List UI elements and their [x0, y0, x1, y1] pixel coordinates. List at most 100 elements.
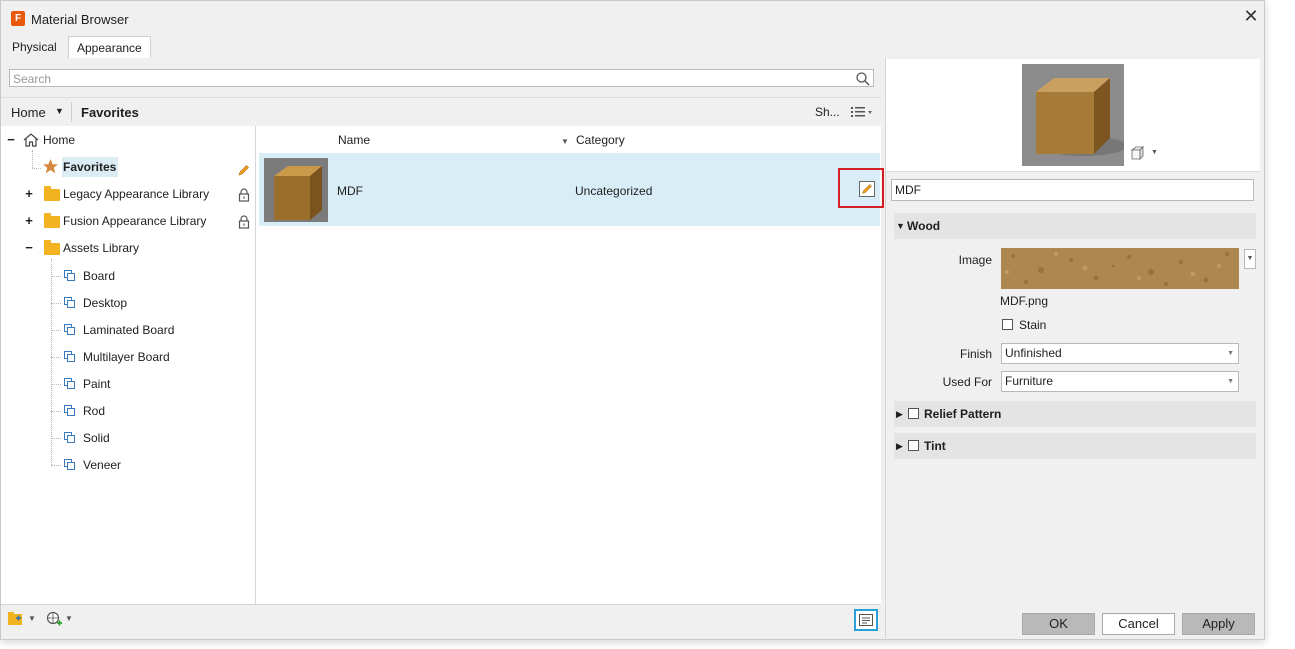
tree-item-laminated-board[interactable]: Laminated Board — [64, 319, 244, 341]
view-options-icon[interactable] — [850, 104, 872, 120]
material-thumbnail — [264, 158, 328, 222]
lock-icon — [238, 215, 250, 229]
tree-item-home[interactable]: − Home — [6, 129, 246, 151]
used-for-select[interactable]: Furniture ▼ — [1001, 371, 1239, 392]
tree-guide — [51, 303, 61, 304]
image-filename: MDF.png — [1000, 294, 1049, 308]
section-relief-pattern[interactable]: ▶ Relief Pattern — [894, 401, 1256, 427]
preview-shape-icon[interactable] — [1130, 146, 1144, 160]
edit-material-icon[interactable] — [859, 181, 875, 197]
tree-item-assets-library[interactable]: − Assets Library — [24, 237, 252, 259]
ok-button[interactable]: OK — [1022, 613, 1095, 635]
material-preview — [1022, 64, 1124, 166]
tree-item-label: Legacy Appearance Library — [63, 187, 210, 201]
panel-toggle-icon — [859, 614, 873, 626]
search-placeholder: Search — [13, 72, 52, 86]
stain-label: Stain — [1019, 318, 1047, 332]
expand-icon[interactable]: + — [24, 210, 34, 232]
tree-item-rod[interactable]: Rod — [64, 400, 244, 422]
breadcrumb-current: Favorites — [81, 105, 139, 120]
category-icon — [64, 324, 75, 335]
finish-label: Finish — [959, 347, 992, 361]
tree-item-favorites[interactable]: Favorites — [42, 156, 252, 178]
tree-item-label: Board — [83, 269, 116, 283]
tree-item-board[interactable]: Board — [64, 265, 244, 287]
folder-icon — [44, 240, 60, 255]
material-category-cell: Uncategorized — [575, 184, 653, 198]
collapse-icon[interactable]: − — [6, 129, 16, 151]
category-icon — [64, 297, 75, 308]
tab-physical[interactable]: Physical — [4, 36, 65, 58]
tab-appearance[interactable]: Appearance — [68, 36, 151, 59]
tree-guide — [51, 411, 61, 412]
relief-pattern-checkbox[interactable] — [908, 408, 919, 419]
tree-guide — [51, 357, 61, 358]
breadcrumb-home[interactable]: Home — [11, 105, 46, 120]
category-icon — [64, 351, 75, 362]
tree-item-label: Solid — [83, 431, 110, 445]
category-icon — [64, 459, 75, 470]
tree-item-multilayer-board[interactable]: Multilayer Board — [64, 346, 244, 368]
image-options-dropdown[interactable]: ▼ — [1244, 249, 1256, 269]
tree-item-solid[interactable]: Solid — [64, 427, 244, 449]
tree-guide — [51, 259, 52, 465]
material-name-field[interactable]: MDF — [891, 179, 1254, 201]
create-material-icon[interactable] — [46, 611, 62, 627]
expand-triangle-icon[interactable]: ▶ — [896, 433, 903, 459]
column-header-category[interactable]: Category — [576, 133, 625, 147]
expand-triangle-icon[interactable]: ▶ — [896, 401, 903, 427]
bottom-toolbar — [1, 604, 881, 639]
search-input[interactable]: Search — [9, 69, 874, 87]
tree-item-fusion-appearance-library[interactable]: + Fusion Appearance Library — [24, 210, 252, 232]
cancel-button[interactable]: Cancel — [1102, 613, 1175, 635]
folder-icon — [44, 213, 60, 228]
star-icon — [43, 159, 58, 174]
preview-shape-dropdown-icon[interactable]: ▼ — [1151, 149, 1158, 156]
column-header-name[interactable]: Name — [338, 133, 370, 147]
close-icon[interactable]: ✕ — [1242, 7, 1260, 25]
create-material-dropdown-icon[interactable]: ▼ — [65, 614, 73, 623]
collapse-icon[interactable]: − — [24, 237, 34, 259]
tree-item-veneer[interactable]: Veneer — [64, 454, 244, 476]
app-logo-icon: F — [11, 11, 25, 26]
tree-guide — [51, 330, 61, 331]
tree-guide — [51, 276, 61, 277]
wood-texture-image[interactable] — [1001, 248, 1239, 289]
tree-item-label: Laminated Board — [83, 323, 175, 337]
chevron-down-icon: ▼ — [1227, 378, 1234, 385]
tree-guide — [32, 150, 33, 168]
expand-icon[interactable]: + — [24, 183, 34, 205]
tree-item-label: Multilayer Board — [83, 350, 170, 364]
search-icon[interactable] — [855, 71, 871, 87]
add-library-dropdown-icon[interactable]: ▼ — [28, 614, 36, 623]
tree-item-label: Assets Library — [63, 241, 140, 255]
breadcrumb-dropdown-icon[interactable]: ▼ — [55, 106, 64, 116]
tree-item-label: Desktop — [83, 296, 128, 310]
tree-item-label: Fusion Appearance Library — [63, 214, 207, 228]
tree-guide — [51, 438, 61, 439]
tint-checkbox[interactable] — [908, 440, 919, 451]
tree-item-legacy-appearance-library[interactable]: + Legacy Appearance Library — [24, 183, 252, 205]
lock-icon — [238, 188, 250, 202]
toggle-editor-button[interactable] — [854, 609, 878, 631]
used-for-value: Furniture — [1005, 374, 1054, 388]
finish-select[interactable]: Unfinished ▼ — [1001, 343, 1239, 364]
wood-texture-swatch — [1001, 248, 1239, 289]
sort-arrow-icon[interactable]: ▼ — [561, 137, 569, 146]
tree-item-label: Home — [43, 133, 76, 147]
tree-item-desktop[interactable]: Desktop — [64, 292, 244, 314]
section-tint[interactable]: ▶ Tint — [894, 433, 1256, 459]
add-library-icon[interactable] — [8, 612, 24, 625]
breadcrumb-separator — [71, 102, 72, 122]
window-title: Material Browser — [31, 12, 129, 27]
section-wood[interactable]: ▼ Wood — [894, 213, 1256, 239]
show-options-button[interactable]: Sh... — [815, 105, 840, 119]
apply-button[interactable]: Apply — [1182, 613, 1255, 635]
category-icon — [64, 270, 75, 281]
pencil-icon[interactable] — [238, 164, 250, 176]
collapse-triangle-icon[interactable]: ▼ — [896, 213, 905, 239]
breadcrumb: Home ▼ Favorites Sh... — [1, 97, 881, 127]
tree-item-label: Favorites — [63, 160, 117, 174]
tree-item-paint[interactable]: Paint — [64, 373, 244, 395]
stain-checkbox[interactable] — [1002, 319, 1013, 330]
